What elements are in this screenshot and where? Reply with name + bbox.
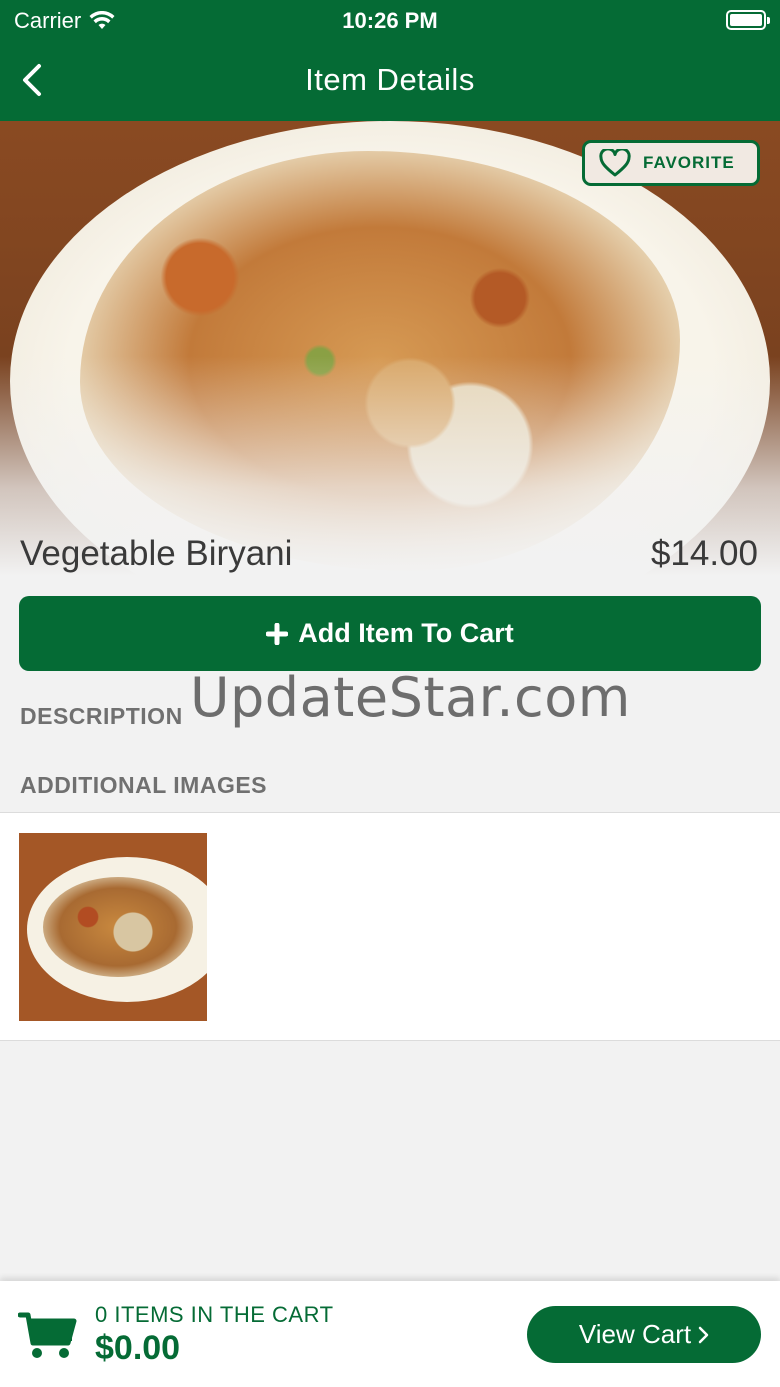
thumbnail-biryani-graphic — [43, 877, 193, 977]
description-heading: DESCRIPTION — [20, 703, 183, 729]
add-to-cart-button[interactable]: Add Item To Cart — [19, 596, 761, 671]
favorite-button[interactable]: FAVORITE — [582, 140, 760, 186]
navigation-bar: Item Details — [0, 50, 780, 110]
heart-icon — [599, 149, 631, 177]
item-price: $14.00 — [650, 534, 758, 573]
item-hero-image — [0, 121, 780, 576]
additional-image-thumbnail[interactable] — [19, 833, 207, 1021]
plus-icon — [266, 622, 289, 645]
additional-images-heading: ADDITIONAL IMAGES — [20, 772, 268, 798]
view-cart-button[interactable]: View Cart — [527, 1306, 761, 1363]
shopping-cart-icon — [18, 1312, 77, 1358]
favorite-label: FAVORITE — [643, 153, 735, 172]
status-time: 10:26 PM — [342, 8, 438, 33]
page-title: Item Details — [305, 62, 475, 97]
view-cart-label: View Cart — [578, 1319, 692, 1349]
cart-bar: 0 ITEMS IN THE CART $0.00 View Cart — [0, 1281, 780, 1387]
watermark: UpdateStar.com — [190, 666, 631, 729]
chevron-right-icon — [698, 1326, 709, 1343]
top-bar: Carrier 10:26 PM Item Details — [0, 0, 780, 121]
item-name: Vegetable Biryani — [20, 534, 293, 573]
cart-item-count: 0 ITEMS IN THE CART — [95, 1302, 334, 1327]
additional-images-panel — [0, 812, 780, 1041]
battery-icon — [726, 10, 770, 30]
status-bar: Carrier 10:26 PM — [0, 0, 780, 40]
cart-total: $0.00 — [95, 1329, 181, 1367]
add-to-cart-label: Add Item To Cart — [298, 618, 514, 648]
